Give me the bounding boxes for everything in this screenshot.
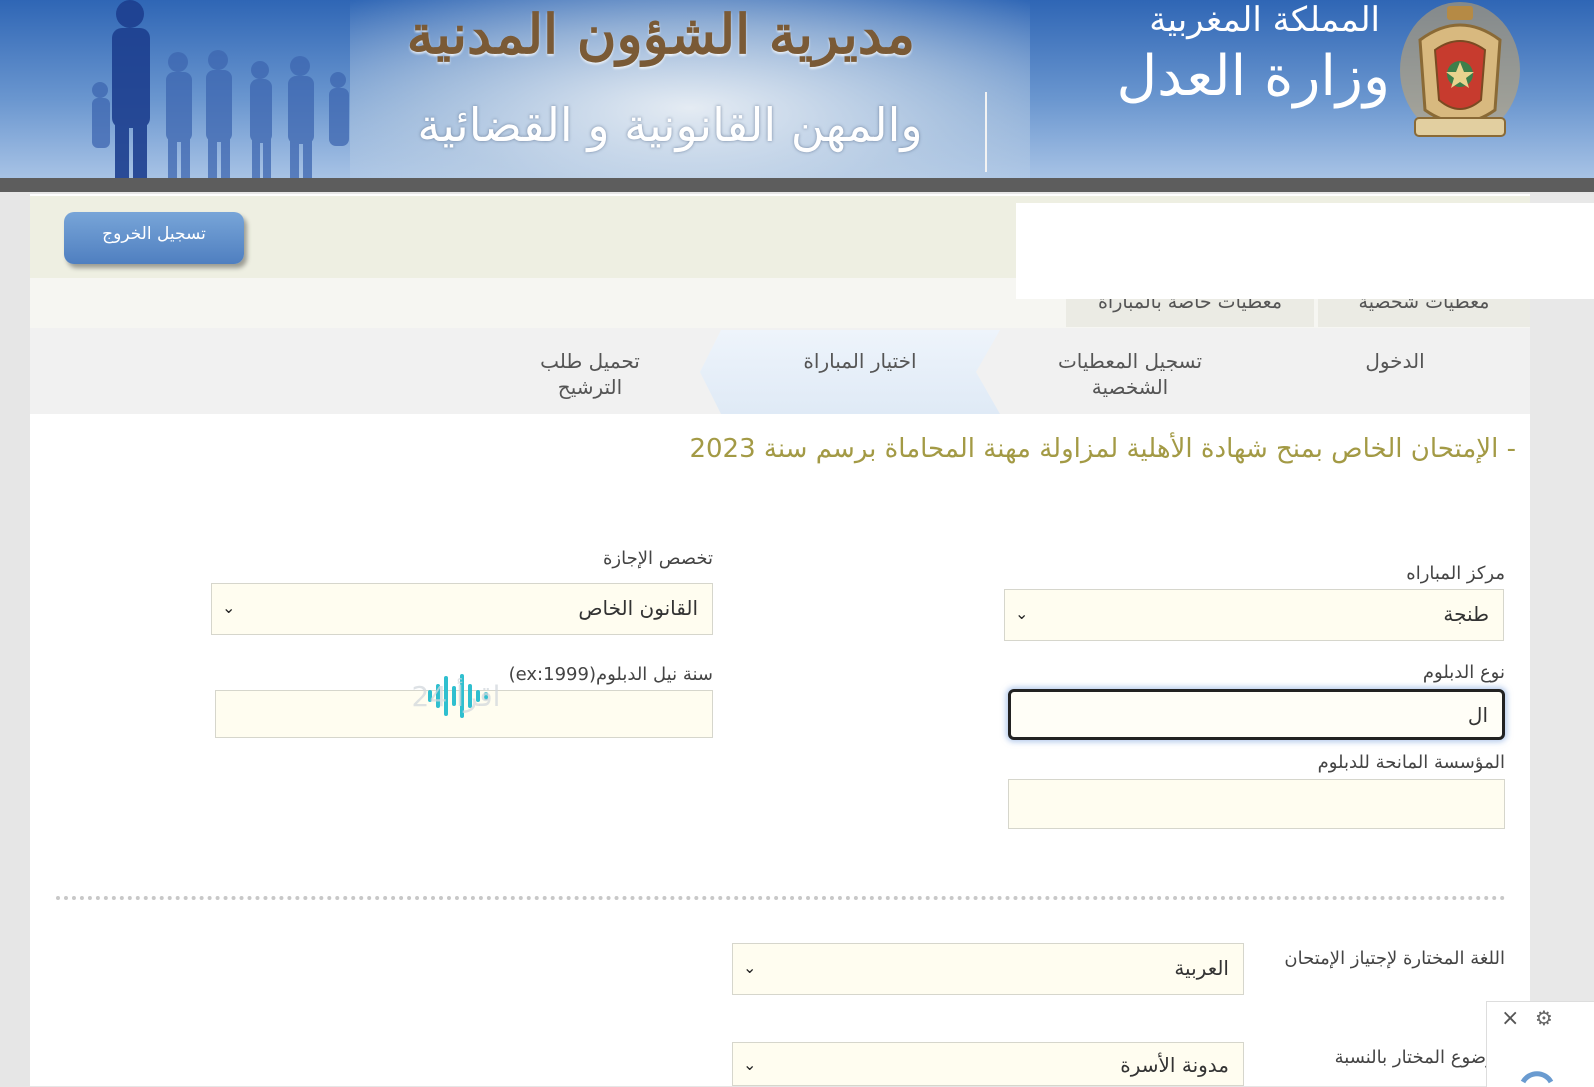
specialty-select-value: القانون الخاص xyxy=(578,596,698,620)
floating-widget: × ⚙ xyxy=(1486,1001,1594,1087)
chevron-down-icon: ⌄ xyxy=(743,1055,757,1074)
topic-label: موضوع المختار بالنسبة xyxy=(1334,1047,1505,1068)
step-download-application[interactable]: تحميل طلب الترشيح xyxy=(515,348,665,400)
kingdom-label: المملكة المغربية xyxy=(1149,0,1380,40)
institution-input[interactable] xyxy=(1008,779,1505,829)
logout-button[interactable]: تسجيل الخروج xyxy=(64,212,244,264)
exam-title: - الإمتحان الخاص بمنح شهادة الأهلية لمزا… xyxy=(689,434,1516,464)
chevron-down-icon: ⌄ xyxy=(743,958,757,977)
header-bottom-bar xyxy=(0,178,1594,192)
section-divider xyxy=(56,896,1506,900)
step-personal-data[interactable]: تسجيل المعطيات الشخصية xyxy=(1030,348,1230,400)
directorate-title: مديرية الشؤون المدنية xyxy=(406,2,915,66)
language-select-value: العربية xyxy=(1174,956,1229,980)
page-right-gutter xyxy=(1530,194,1594,1086)
step-choose-contest[interactable]: اختيار المباراة xyxy=(770,348,950,374)
center-select-value: طنجة xyxy=(1443,602,1489,626)
diploma-type-value: ال xyxy=(1467,703,1488,727)
watermark-logo: اقرأ 24 xyxy=(356,674,556,718)
chevron-down-icon: ⌄ xyxy=(1015,604,1029,623)
close-icon[interactable]: × xyxy=(1501,1006,1519,1031)
topic-select-value: مدونة الأسرة xyxy=(1120,1053,1229,1077)
specialty-select[interactable]: ⌄ القانون الخاص xyxy=(211,583,713,635)
center-select[interactable]: ⌄ طنجة xyxy=(1004,589,1504,641)
language-select[interactable]: ⌄ العربية xyxy=(732,943,1244,995)
directorate-subtitle: والمهن القانونية و القضائية xyxy=(417,98,923,152)
language-label: اللغة المختارة لإجتياز الإمتحان xyxy=(1284,948,1505,969)
refresh-icon[interactable] xyxy=(1517,1052,1557,1086)
topic-select[interactable]: ⌄ مدونة الأسرة xyxy=(732,1042,1244,1086)
blank-panel xyxy=(1016,203,1594,299)
chevron-down-icon: ⌄ xyxy=(222,598,236,617)
center-label: مركز المباراه xyxy=(1406,563,1505,584)
diploma-type-input[interactable]: ال xyxy=(1008,689,1505,740)
gear-icon[interactable]: ⚙ xyxy=(1535,1006,1553,1030)
header-divider xyxy=(985,92,987,172)
watermark-text: اقرأ 24 xyxy=(411,680,501,713)
people-silhouettes-image xyxy=(92,0,349,180)
ministry-label: وزارة العدل xyxy=(1116,44,1390,109)
step-login[interactable]: الدخول xyxy=(1330,348,1460,374)
institution-label: المؤسسة المانحة للدبلوم xyxy=(1317,752,1505,773)
diploma-type-label: نوع الدبلوم xyxy=(1422,662,1505,683)
specialty-label: تخصص الإجازة xyxy=(602,548,713,569)
coat-of-arms-emblem xyxy=(1400,2,1520,138)
